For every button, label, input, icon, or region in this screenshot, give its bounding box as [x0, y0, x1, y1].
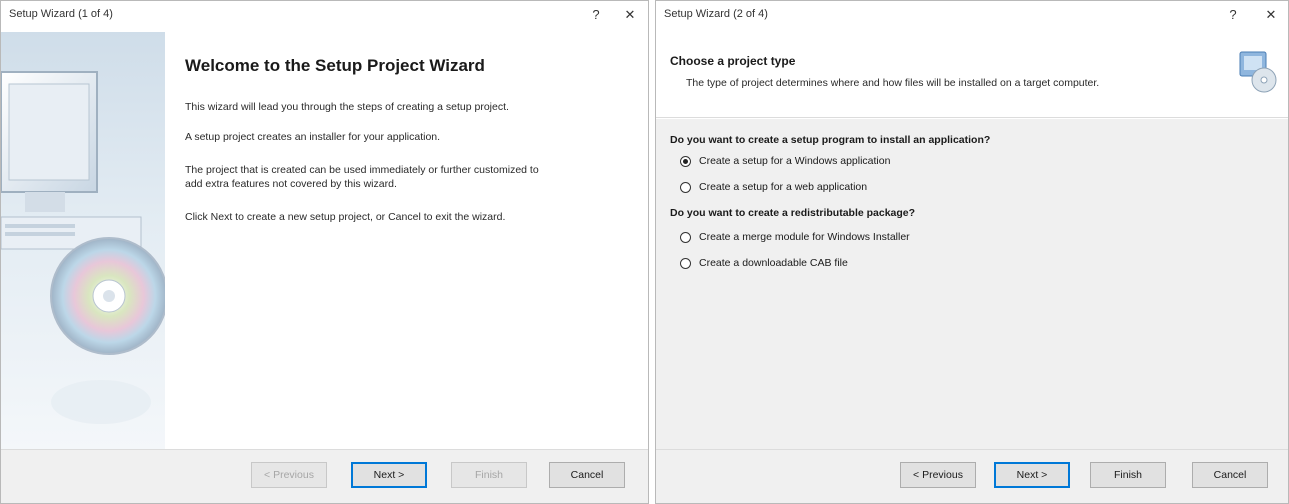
- radio-label: Create a merge module for Windows Instal…: [699, 231, 910, 243]
- radio-button-checked[interactable]: [680, 155, 691, 167]
- radio-label: Create a setup for a web application: [699, 181, 868, 193]
- close-icon[interactable]: ✕: [1260, 5, 1282, 25]
- question-redistributable: Do you want to create a redistributable …: [670, 207, 916, 219]
- computer-cd-illustration: [1, 71, 165, 424]
- cancel-button[interactable]: Cancel: [549, 462, 625, 488]
- cancel-button[interactable]: Cancel: [1192, 462, 1268, 488]
- finish-button[interactable]: Finish: [451, 462, 527, 488]
- window-title: Setup Wizard (2 of 4): [664, 8, 768, 20]
- setup-project-icon: [1239, 51, 1277, 93]
- description-text: A setup project creates an installer for…: [185, 131, 441, 143]
- page-subtitle: The type of project determines where and…: [686, 77, 1100, 89]
- radio-cab-file[interactable]: Create a downloadable CAB file: [680, 255, 848, 271]
- window-title: Setup Wizard (1 of 4): [9, 8, 113, 20]
- next-button[interactable]: Next >: [351, 462, 427, 488]
- computer-cd-art: [1, 32, 165, 451]
- customize-text-line2: add extra features not covered by this w…: [185, 178, 397, 190]
- options-panel: Do you want to create a setup program to…: [656, 119, 1288, 449]
- customize-text-line1: The project that is created can be used …: [185, 164, 539, 176]
- intro-text: This wizard will lead you through the st…: [185, 101, 509, 113]
- setup-wizard-step1: Setup Wizard (1 of 4) ? ✕ Welcome to the…: [0, 0, 649, 504]
- button-bar: < Previous Next > Finish Cancel: [656, 449, 1288, 503]
- radio-button[interactable]: [680, 181, 691, 193]
- help-icon[interactable]: ?: [585, 5, 607, 25]
- previous-button[interactable]: < Previous: [251, 462, 327, 488]
- page-title: Choose a project type: [670, 54, 796, 68]
- help-icon[interactable]: ?: [1222, 5, 1244, 25]
- radio-label: Create a downloadable CAB file: [699, 257, 848, 269]
- radio-windows-application[interactable]: Create a setup for a Windows application: [680, 153, 890, 169]
- question-setup-program: Do you want to create a setup program to…: [670, 134, 991, 146]
- close-icon[interactable]: ✕: [619, 5, 641, 25]
- previous-button[interactable]: < Previous: [900, 462, 976, 488]
- page-header: Choose a project type The type of projec…: [656, 32, 1288, 118]
- radio-button[interactable]: [680, 231, 691, 243]
- button-bar: < Previous Next > Finish Cancel: [1, 449, 648, 503]
- radio-button[interactable]: [680, 257, 691, 269]
- radio-web-application[interactable]: Create a setup for a web application: [680, 179, 867, 195]
- title-bar[interactable]: Setup Wizard (1 of 4) ? ✕: [1, 1, 648, 31]
- page-title: Welcome to the Setup Project Wizard: [185, 56, 485, 75]
- radio-merge-module[interactable]: Create a merge module for Windows Instal…: [680, 229, 910, 245]
- radio-label: Create a setup for a Windows application: [699, 155, 891, 167]
- finish-button[interactable]: Finish: [1090, 462, 1166, 488]
- next-button[interactable]: Next >: [994, 462, 1070, 488]
- title-bar[interactable]: Setup Wizard (2 of 4) ? ✕: [656, 1, 1288, 31]
- instruction-text: Click Next to create a new setup project…: [185, 211, 506, 223]
- setup-wizard-step2: Setup Wizard (2 of 4) ? ✕ Choose a proje…: [655, 0, 1289, 504]
